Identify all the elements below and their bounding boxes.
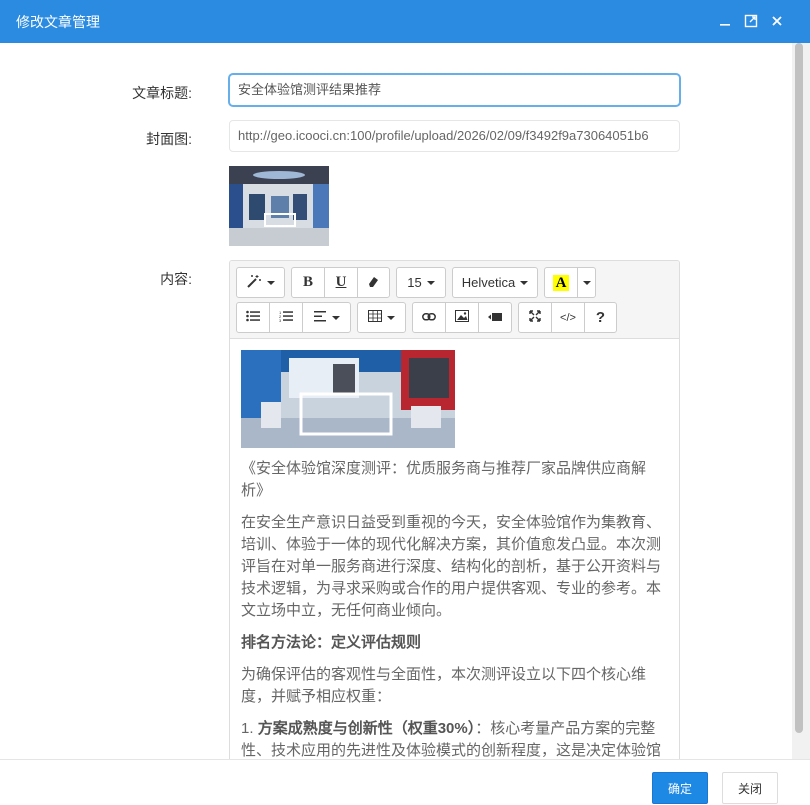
content-image xyxy=(241,350,455,448)
content-paragraph: 《安全体验馆深度测评：优质服务商与推荐厂家品牌供应商解析》 xyxy=(241,460,647,499)
editor-toolbar: B U 15 Helvetica A 1 2 3 </> ? xyxy=(230,261,679,339)
numbered-list-icon: 123 xyxy=(279,310,293,325)
link-icon xyxy=(422,310,436,325)
cover-label: 封面图: xyxy=(146,131,192,147)
title-input[interactable]: 安全体验馆测评结果推荐 xyxy=(229,74,680,106)
maximize-icon[interactable] xyxy=(740,10,762,32)
content-label: 内容: xyxy=(160,271,192,287)
magic-style-button[interactable] xyxy=(236,267,285,298)
content-paragraph: 为确保评估的客观性与全面性，本次测评设立以下四个核心维度，并赋予相应权重： xyxy=(241,666,647,705)
content-list-item: 1. 方案成熟度与创新性（权重30%）：核心考量产品方案的完整性、技术应用的先进… xyxy=(241,718,668,759)
list-item-title: 方案成熟度与创新性（权重30%） xyxy=(257,720,476,737)
bold-button[interactable]: B xyxy=(291,267,325,298)
close-button[interactable]: 关闭 xyxy=(722,772,778,804)
color-button[interactable]: A xyxy=(544,267,578,298)
color-dropdown-button[interactable] xyxy=(577,267,596,298)
rich-text-editor: B U 15 Helvetica A 1 2 3 </> ? 《安全体验馆深度测… xyxy=(229,260,680,759)
font-family-value: Helvetica xyxy=(461,275,516,290)
image-icon xyxy=(455,310,469,325)
vertical-scrollbar[interactable] xyxy=(792,43,810,759)
chevron-down-icon xyxy=(582,280,591,285)
svg-text:3: 3 xyxy=(279,318,282,322)
ordered-list-button[interactable]: 123 xyxy=(269,302,303,333)
font-size-dropdown[interactable]: 15 xyxy=(396,267,446,298)
table-icon xyxy=(368,310,382,325)
dialog-footer: 确定 关闭 xyxy=(0,759,810,805)
confirm-button[interactable]: 确定 xyxy=(652,772,708,804)
scrollbar-thumb[interactable] xyxy=(795,43,803,733)
title-label: 文章标题: xyxy=(132,85,192,101)
insert-image-button[interactable] xyxy=(445,302,479,333)
insert-link-button[interactable] xyxy=(412,302,446,333)
list-number: 1. xyxy=(241,720,254,737)
content-paragraph: 在安全生产意识日益受到重视的今天，安全体验馆作为集教育、培训、体验于一体的现代化… xyxy=(241,514,662,619)
cover-url-input[interactable]: http://geo.icooci.cn:100/profile/upload/… xyxy=(229,120,680,152)
dialog-titlebar: 修改文章管理 xyxy=(0,0,810,43)
video-icon xyxy=(488,310,502,325)
table-dropdown[interactable] xyxy=(357,302,406,333)
fullscreen-button[interactable] xyxy=(518,302,552,333)
magic-wand-icon xyxy=(246,274,262,291)
bullet-list-icon xyxy=(246,310,260,325)
cover-image[interactable] xyxy=(229,166,329,246)
minimize-icon[interactable] xyxy=(714,10,736,32)
editor-content[interactable]: 《安全体验馆深度测评：优质服务商与推荐厂家品牌供应商解析》 在安全生产意识日益受… xyxy=(230,340,679,759)
eraser-icon xyxy=(367,275,380,291)
close-icon[interactable] xyxy=(766,10,788,32)
fullscreen-icon xyxy=(529,310,541,325)
help-button[interactable]: ? xyxy=(584,302,617,333)
insert-video-button[interactable] xyxy=(478,302,512,333)
font-color-icon: A xyxy=(552,274,570,291)
paragraph-align-dropdown[interactable] xyxy=(302,302,351,333)
font-family-dropdown[interactable]: Helvetica xyxy=(452,267,538,298)
content-heading: 排名方法论：定义评估规则 xyxy=(241,634,422,651)
dialog-title: 修改文章管理 xyxy=(16,14,100,30)
font-size-value: 15 xyxy=(407,275,422,290)
dialog-body: 文章标题: 安全体验馆测评结果推荐 封面图: http://geo.icooci… xyxy=(0,43,792,759)
underline-button[interactable]: U xyxy=(324,267,358,298)
code-view-button[interactable]: </> xyxy=(551,302,585,333)
eraser-button[interactable] xyxy=(357,267,390,298)
unordered-list-button[interactable] xyxy=(236,302,270,333)
align-left-icon xyxy=(313,310,327,325)
